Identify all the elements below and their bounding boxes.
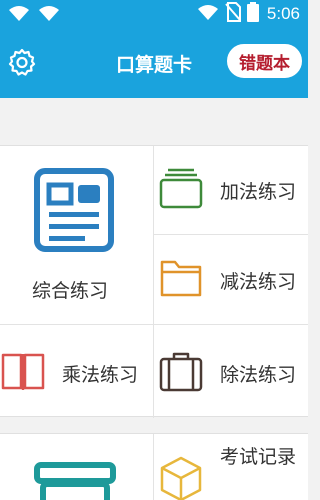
app-header: 5:06 口算题卡 错题本 <box>0 0 308 98</box>
tile-division[interactable]: 除法练习 <box>154 325 308 417</box>
stack-icon <box>34 462 116 500</box>
no-sim-icon <box>225 2 241 26</box>
battery-icon <box>246 2 259 26</box>
status-bar: 5:06 <box>0 0 308 26</box>
folder-icon <box>159 258 203 302</box>
tile-subtraction-label: 减法练习 <box>220 271 297 293</box>
book-icon <box>0 352 46 396</box>
suitcase-icon <box>159 351 203 397</box>
stacked-box-icon <box>159 166 203 214</box>
wrong-book-button[interactable]: 错题本 <box>227 44 302 78</box>
cube-icon <box>159 456 203 500</box>
wifi-icon <box>8 4 30 26</box>
tile-addition-label: 加法练习 <box>220 181 297 203</box>
form-card-icon <box>34 168 114 256</box>
status-time: 5:06 <box>266 4 300 23</box>
wifi-signal-icon <box>197 3 219 25</box>
tile-comprehensive-label: 综合练习 <box>32 280 109 302</box>
practice-grid-2: 考试记录 <box>0 433 308 500</box>
tile-comprehensive[interactable]: 综合练习 <box>0 146 153 324</box>
tile-subtraction[interactable]: 减法练习 <box>154 235 308 324</box>
tile-addition[interactable]: 加法练习 <box>154 146 308 234</box>
tile-exam-record[interactable]: 考试记录 <box>154 434 308 500</box>
tile-multiplication[interactable]: 乘法练习 <box>0 325 153 417</box>
wifi-icon <box>38 4 60 26</box>
tile-division-label: 除法练习 <box>220 364 297 386</box>
tile-multiplication-label: 乘法练习 <box>62 364 139 386</box>
practice-grid: 综合练习 加法练习 减法练习 乘法练习 除法练习 <box>0 145 308 418</box>
toolbar: 口算题卡 错题本 <box>0 40 308 84</box>
tile-bottom-left[interactable] <box>0 434 153 500</box>
tile-exam-record-label: 考试记录 <box>220 446 297 468</box>
